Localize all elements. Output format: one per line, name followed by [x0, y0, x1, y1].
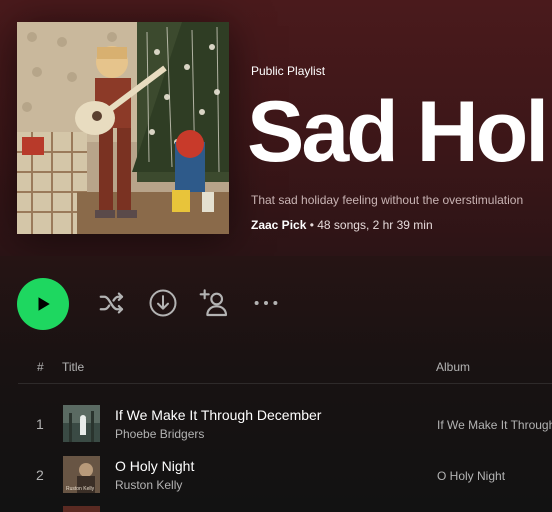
more-options-button[interactable] [250, 287, 282, 319]
playlist-owner-link[interactable]: Zaac Pick [251, 218, 306, 232]
track-title[interactable]: O Holy Night [115, 458, 194, 474]
column-number: # [37, 360, 44, 374]
track-number: 2 [36, 467, 44, 483]
play-button[interactable] [17, 278, 69, 330]
shuffle-icon [99, 292, 124, 314]
next-track-cover-peek [63, 506, 100, 512]
column-album[interactable]: Album [436, 360, 470, 374]
column-title[interactable]: Title [62, 360, 84, 374]
playlist-type-label: Public Playlist [251, 64, 326, 78]
tracklist-header: # Title Album [18, 355, 552, 384]
shuffle-button[interactable] [96, 287, 128, 319]
add-user-button[interactable] [198, 287, 230, 319]
track-cover-text: Ruston Kelly [66, 486, 95, 492]
download-icon [149, 289, 177, 317]
more-options-icon [254, 301, 278, 305]
playlist-stats: • 48 songs, 2 hr 39 min [306, 218, 433, 232]
playlist-header: Public Playlist Sad Holi That sad holida… [0, 0, 552, 256]
track-cover-image [63, 405, 100, 442]
add-user-icon [199, 289, 228, 317]
track-album[interactable]: If We Make It Through December [437, 418, 552, 432]
track-artist[interactable]: Phoebe Bridgers [115, 427, 204, 441]
download-button[interactable] [147, 287, 179, 319]
track-number: 1 [36, 416, 44, 432]
playlist-page: Public Playlist Sad Holi That sad holida… [0, 0, 552, 512]
track-row[interactable]: 1 If We Make It Through December Phoebe … [18, 401, 552, 449]
play-icon [38, 297, 50, 311]
track-artist[interactable]: Ruston Kelly [115, 478, 182, 492]
playlist-meta: Zaac Pick • 48 songs, 2 hr 39 min [251, 218, 433, 232]
playlist-description: That sad holiday feeling without the ove… [251, 193, 524, 207]
playlist-title: Sad Holi [247, 84, 552, 180]
track-album[interactable]: O Holy Night [437, 469, 505, 483]
playlist-cover-image [17, 22, 229, 234]
track-row[interactable]: 2 Ruston Kelly O Holy Night Ruston Kelly… [18, 452, 552, 500]
track-title[interactable]: If We Make It Through December [115, 407, 321, 423]
track-cover-image: Ruston Kelly [63, 456, 100, 493]
